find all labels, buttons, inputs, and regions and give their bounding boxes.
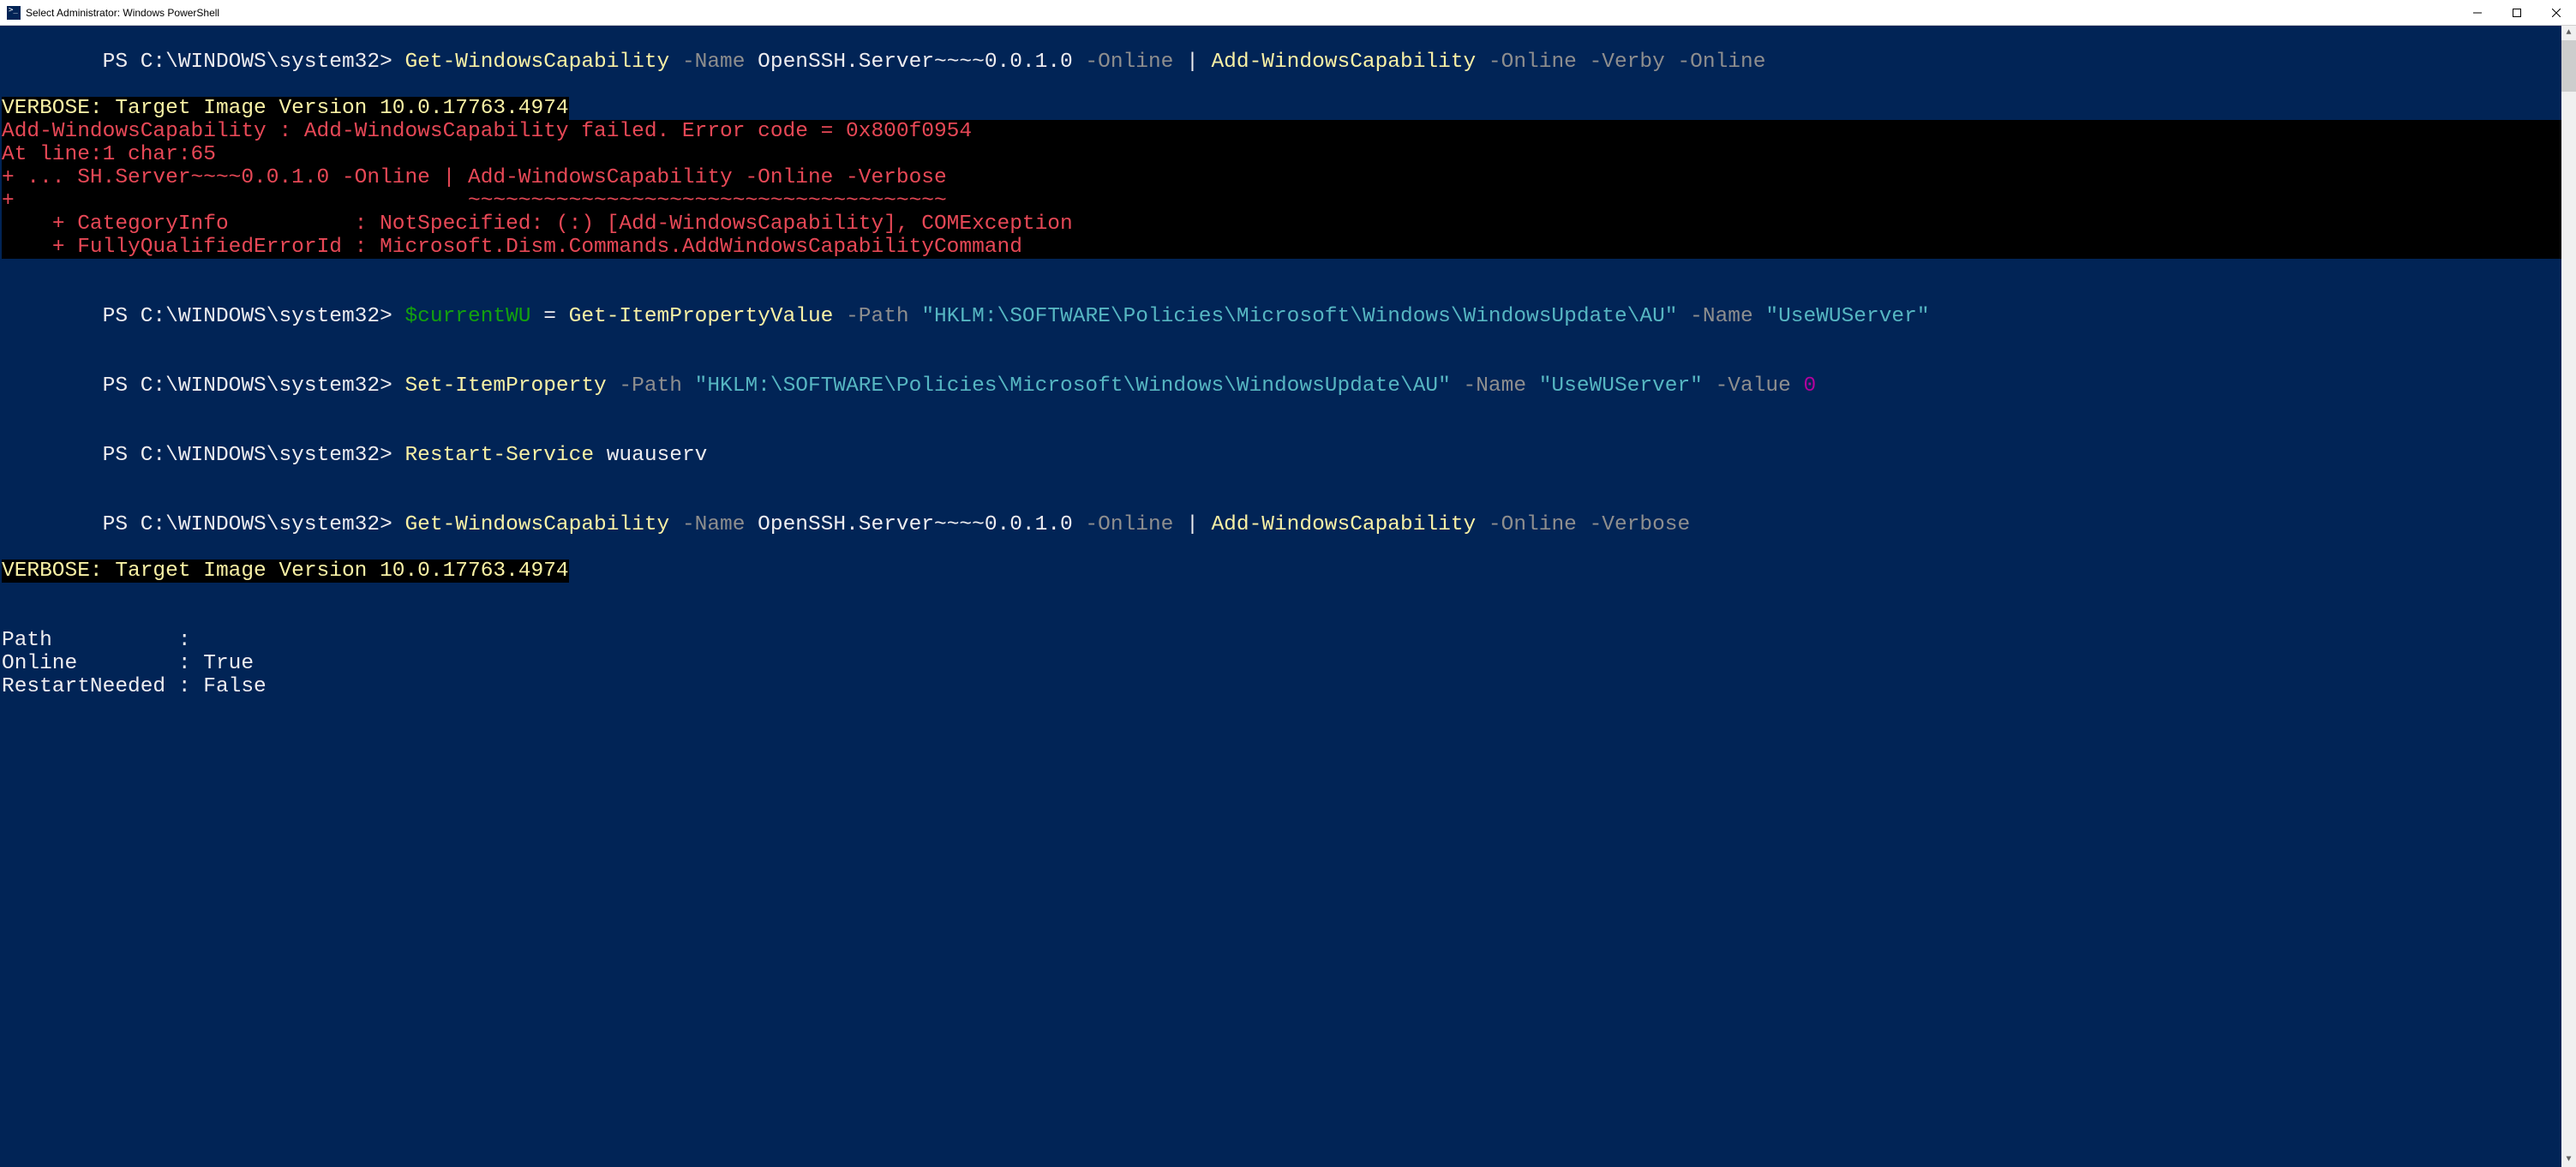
cmdlet: Get-WindowsCapability [404, 513, 669, 536]
close-icon [2552, 9, 2561, 17]
powershell-window: Select Administrator: Windows PowerShell… [0, 0, 2576, 1167]
scroll-up-button[interactable]: ▲ [2561, 26, 2576, 40]
arg: OpenSSH.Server~~~~0.0.1.0 [758, 51, 1073, 74]
param: -Name [669, 513, 758, 536]
param: -Name [1451, 374, 1539, 398]
maximize-icon [2513, 9, 2521, 17]
output-line: RestartNeeded : False [2, 675, 2561, 698]
param: -Online [1665, 51, 1766, 74]
param: y [1652, 51, 1665, 74]
window-title: Select Administrator: Windows PowerShell [26, 7, 219, 19]
param: -Path [833, 305, 921, 328]
string: "HKLM:\SOFTWARE\Policies\Microsoft\Windo… [695, 374, 1451, 398]
param: -Verb [1590, 51, 1653, 74]
cmd-line: PS C:\WINDOWS\system32> Restart-Service … [2, 421, 2561, 490]
client-area: PS C:\WINDOWS\system32> Get-WindowsCapab… [0, 26, 2576, 1167]
arg: wuauserv [594, 444, 707, 467]
blank-line [2, 583, 2561, 606]
pipe: | [1186, 51, 1211, 74]
param: -Online [1476, 513, 1589, 536]
error-text: + CategoryInfo : NotSpecified: (:) [Add-… [2, 212, 1073, 236]
param: -Path [607, 374, 695, 398]
error-text: + ~~~~~~~~~~~~~~~~~~~~~~~~~~~~~~~~~~~~~~ [2, 189, 947, 212]
maximize-button[interactable] [2497, 0, 2537, 26]
powershell-icon [7, 6, 21, 20]
verbose-line: VERBOSE: Target Image Version 10.0.17763… [2, 560, 2561, 583]
vertical-scrollbar[interactable]: ▲ ▼ [2561, 26, 2576, 1167]
param: ose [1652, 513, 1690, 536]
param: -Name [1677, 305, 1765, 328]
param: -Online [1476, 51, 1589, 74]
output-line: Path : [2, 629, 2561, 652]
cmd-line: PS C:\WINDOWS\system32> $currentWU = Get… [2, 282, 2561, 351]
cmdlet: Add-WindowsCapability [1211, 51, 1476, 74]
verbose-text: VERBOSE: Target Image Version 10.0.17763… [2, 560, 569, 583]
string: ver" [1652, 374, 1703, 398]
cmd-line: PS C:\WINDOWS\system32> Get-WindowsCapab… [2, 490, 2561, 560]
console-output[interactable]: PS C:\WINDOWS\system32> Get-WindowsCapab… [0, 26, 2561, 1167]
verbose-text: VERBOSE: Target Image Version 10.0.17763… [2, 97, 569, 120]
string: "UseWUSer [1539, 374, 1652, 398]
error-text: At line:1 char:65 [2, 143, 216, 166]
error-text: Add-WindowsCapability : Add-WindowsCapab… [2, 120, 972, 143]
verbose-line: VERBOSE: Target Image Version 10.0.17763… [2, 97, 2561, 120]
blank-line [2, 606, 2561, 629]
minimize-button[interactable] [2458, 0, 2497, 26]
arg: OpenSSH.Server~~~~0.0.1.0 [758, 513, 1073, 536]
prompt: PS C:\WINDOWS\system32> [103, 513, 405, 536]
prompt: PS C:\WINDOWS\system32> [103, 305, 405, 328]
scroll-track[interactable] [2561, 40, 2576, 1152]
pipe: | [1186, 513, 1211, 536]
error-text: + ... SH.Server~~~~0.0.1.0 -Online | Add… [2, 166, 947, 189]
variable: $currentWU [404, 305, 530, 328]
cmdlet: Get-ItemPropertyValue [569, 305, 834, 328]
string: "HKLM:\SOFTWARE\Policies\Microsoft\Windo… [921, 305, 1652, 328]
cmd-line: PS C:\WINDOWS\system32> Get-WindowsCapab… [2, 27, 2561, 97]
titlebar[interactable]: Select Administrator: Windows PowerShell [0, 0, 2576, 26]
blank-line [2, 259, 2561, 282]
prompt: PS C:\WINDOWS\system32> [103, 374, 405, 398]
error-text: + FullyQualifiedErrorId : Microsoft.Dism… [2, 236, 1022, 259]
param: -Online [1073, 513, 1186, 536]
param: -Online [1073, 51, 1186, 74]
close-button[interactable] [2537, 0, 2576, 26]
param: -Name [669, 51, 758, 74]
error-block: Add-WindowsCapability : Add-WindowsCapab… [2, 120, 2561, 259]
param: -Verb [1590, 513, 1653, 536]
output-line: Online : True [2, 652, 2561, 675]
minimize-icon [2473, 9, 2482, 17]
prompt: PS C:\WINDOWS\system32> [103, 444, 405, 467]
prompt: PS C:\WINDOWS\system32> [103, 51, 405, 74]
op: = [531, 305, 569, 328]
cmdlet: Set-ItemProperty [404, 374, 606, 398]
cmdlet: Add-WindowsCapability [1211, 513, 1476, 536]
scroll-thumb[interactable] [2561, 40, 2576, 92]
cmd-line: PS C:\WINDOWS\system32> Set-ItemProperty… [2, 351, 2561, 421]
string: U" [1652, 305, 1677, 328]
cmdlet: Restart-Service [404, 444, 594, 467]
param: -Value [1703, 374, 1804, 398]
scroll-down-button[interactable]: ▼ [2561, 1152, 2576, 1167]
cmdlet: Get-WindowsCapability [404, 51, 669, 74]
string: "UseWUServer" [1765, 305, 1929, 328]
number: 0 [1804, 374, 1817, 398]
